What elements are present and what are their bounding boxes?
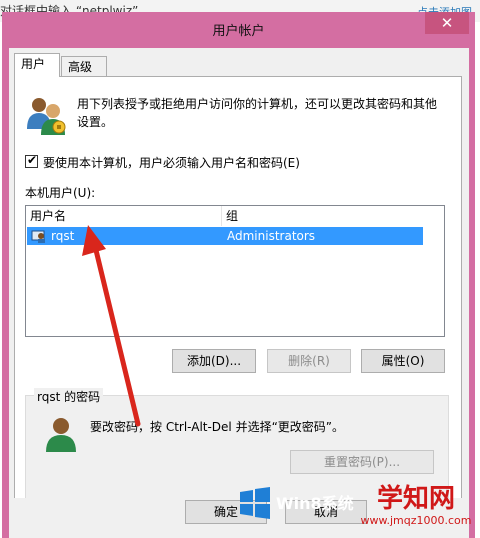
users-tab-panel: 用下列表授予或拒绝用户访问你的计算机，还可以更改其密码和其他设置。 ✔ 要使用本… [14,76,462,528]
title-bar[interactable]: 用户帐户 ✕ [2,12,475,48]
logo-text: Win8系统 [276,494,354,513]
require-login-checkbox[interactable]: ✔ [25,153,38,168]
site-url: www.jmqz1000.com [360,514,472,527]
column-header-group[interactable]: 组 [222,206,444,226]
users-list-label: 本机用户(U): [25,186,96,200]
user-accounts-dialog: 用户帐户 ✕ 用户 高级 用下列表授予或拒绝用户访问你的计算机，还可以更改其密码… [2,12,475,538]
row-username: rqst [51,229,75,243]
column-header-username[interactable]: 用户名 [26,206,222,226]
close-button[interactable]: ✕ [425,12,469,34]
user-password-icon [46,418,76,452]
site-name: 学知网 [376,484,455,514]
check-mark-icon: ✔ [27,153,38,167]
dialog-title: 用户帐户 [212,24,265,39]
users-icon [27,98,66,135]
password-instruction-text: 要改密码，按 Ctrl-Alt-Del 并选择“更改密码”。 [90,420,345,434]
users-listview[interactable]: 用户名 组 rqst Administrators [25,205,445,337]
add-button[interactable]: 添加(D)... [172,349,256,373]
reset-password-button[interactable]: 重置密码(P)... [290,450,434,474]
intro-text: 用下列表授予或拒绝用户访问你的计算机，还可以更改其密码和其他设置。 [77,97,438,129]
user-row-icon [31,230,45,243]
remove-button[interactable]: 删除(R) [267,349,351,373]
require-login-label[interactable]: 要使用本计算机，用户必须输入用户名和密码(E) [43,154,300,171]
table-row[interactable]: rqst Administrators [27,227,423,245]
dialog-client-area: 用户 高级 用下列表授予或拒绝用户访问你的计算机，还可以更改其密码和其他设置。 … [9,48,469,538]
tab-advanced[interactable]: 高级 [61,56,107,78]
win8-logo-watermark: Win8系统 [238,484,360,524]
row-group: Administrators [227,229,316,243]
windows-logo-icon [240,487,270,519]
properties-button[interactable]: 属性(O) [361,349,445,373]
password-group-title: rqst 的密码 [34,388,104,405]
site-watermark: 学知网 www.jmqz1000.com [360,484,472,536]
tab-users[interactable]: 用户 [14,53,60,77]
